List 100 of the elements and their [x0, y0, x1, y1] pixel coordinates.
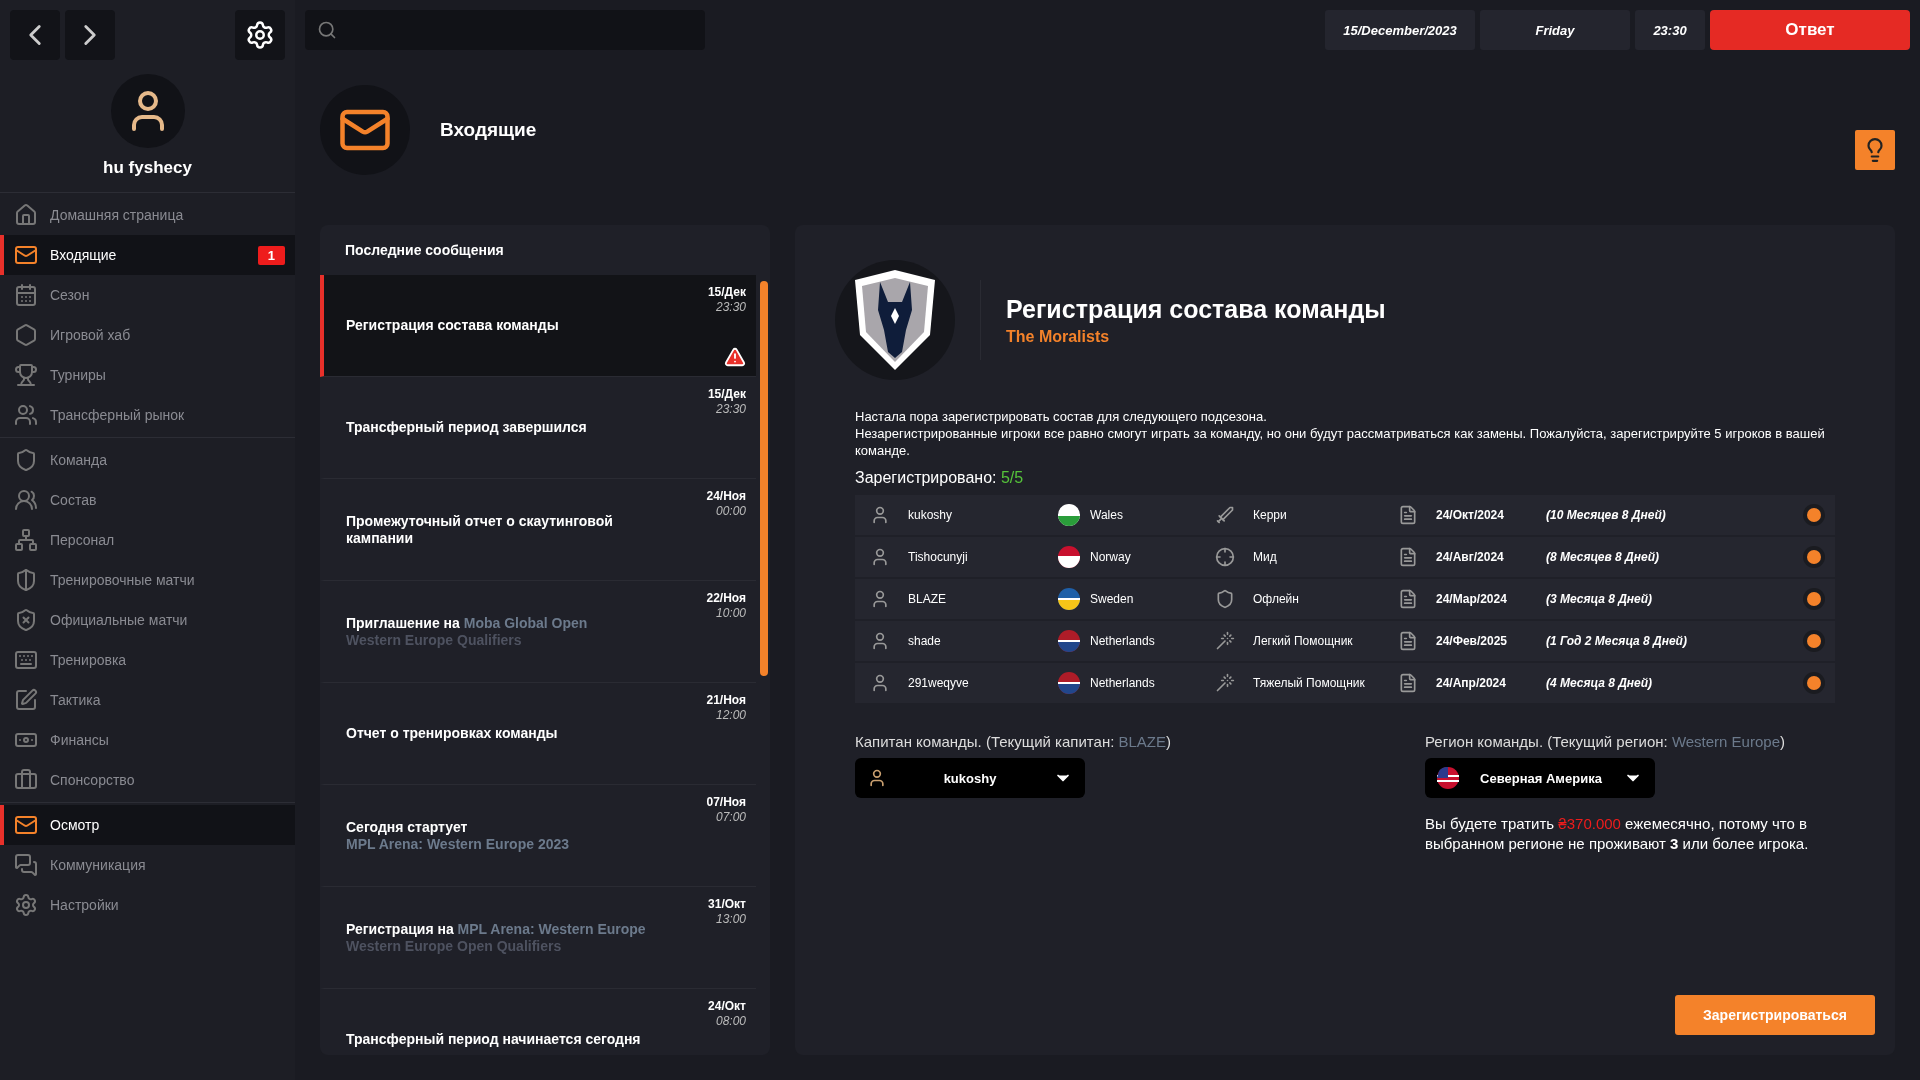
player-name: Tishocunyji — [908, 550, 969, 564]
day-display: Friday — [1480, 10, 1630, 50]
captain-dropdown[interactable]: kukoshy — [855, 758, 1085, 798]
sidebar-item[interactable]: Тренировочные матчи — [0, 560, 295, 600]
people-icon — [14, 488, 38, 512]
sidebar-item[interactable]: Настройки — [0, 885, 295, 925]
briefcase-icon — [14, 768, 38, 792]
sidebar-label: Турниры — [50, 367, 106, 383]
sidebar-label: Финансы — [50, 732, 109, 748]
player-name: 291weqyve — [908, 676, 970, 690]
sidebar-item[interactable]: Тренировка — [0, 640, 295, 680]
sidebar-item[interactable]: Состав — [0, 480, 295, 520]
message-item[interactable]: Отчет о тренировках команды 21/Ноя 12:00 — [320, 683, 756, 785]
message-title: Трансферный период начинается сегодня — [346, 1031, 641, 1048]
document-icon — [1398, 589, 1418, 609]
message-item[interactable]: Сегодня стартует MPL Arena: Western Europe 2023 07/Ноя 07:00 — [320, 785, 756, 887]
message-date: 15/Дек — [707, 387, 746, 402]
message-date: 21/Ноя — [706, 693, 746, 708]
player-country: Sweden — [1090, 592, 1135, 606]
sidebar-item[interactable]: Домашняя страница — [0, 195, 295, 235]
player-row[interactable]: 291weqyve Netherlands Тяжелый Помощник 24/Апр/2024 (4 Месяца 8 Дней) — [855, 663, 1835, 703]
status-dot — [1807, 634, 1821, 648]
message-time: 23:30 — [714, 300, 746, 315]
status-dot — [1807, 676, 1821, 690]
chat-icon — [14, 853, 38, 877]
page-title: Входящие — [440, 119, 537, 141]
message-date: 15/Дек — [707, 285, 746, 300]
player-country: Netherlands — [1090, 676, 1156, 690]
player-row[interactable]: BLAZE Sweden Офлейн 24/Мар/2024 (3 Месяца 8 Дней) — [855, 579, 1835, 619]
sidebar-label: Спонсорство — [50, 772, 135, 788]
player-avatar-icon — [867, 768, 887, 788]
sidebar-item[interactable]: Турниры — [0, 355, 295, 395]
contract-duration: (8 Месяцев 8 Дней) — [1546, 550, 1661, 564]
sidebar-item[interactable]: Официальные матчи — [0, 600, 295, 640]
message-item[interactable]: Трансферный период завершился 15/Дек 23:30 — [320, 377, 756, 479]
message-item[interactable]: Приглашение на Moba Global Open Western Europe Qualifiers 22/Ноя 10:00 — [320, 581, 756, 683]
register-button[interactable]: Зарегистрироваться — [1675, 995, 1875, 1035]
message-title: Промежуточный отчет о скаутинговой кампании — [346, 512, 614, 547]
search-icon — [317, 20, 337, 40]
wand-icon — [1215, 631, 1235, 651]
house-icon — [14, 203, 38, 227]
sidebar-label: Персонал — [50, 532, 115, 548]
sidebar-label: Тренировочные матчи — [50, 572, 195, 588]
sidebar-item[interactable]: Финансы — [0, 720, 295, 760]
sidebar-item[interactable]: Сезон — [0, 275, 295, 315]
message-item[interactable]: Регистрация на MPL Arena: Western Europe Western Europe Open Qualifiers 31/Окт 13:00 — [320, 887, 756, 989]
forward-button[interactable] — [65, 10, 115, 60]
contract-date: 24/Авг/2024 — [1436, 550, 1505, 564]
message-time: 13:00 — [714, 912, 746, 927]
player-country: Netherlands — [1090, 634, 1156, 648]
envelope-icon — [14, 243, 38, 267]
message-title: Приглашение на Moba Global Open Western Europe Qualifiers — [346, 614, 588, 649]
region-dropdown[interactable]: Северная Америка — [1425, 758, 1655, 798]
sidebar-item[interactable]: Спонсорство — [0, 760, 295, 800]
sidebar-label: Сезон — [50, 287, 90, 303]
message-item[interactable]: Регистрация состава команды 15/Дек 23:30 — [320, 275, 756, 377]
sidebar-label: Команда — [50, 452, 108, 468]
player-country: Norway — [1090, 550, 1132, 564]
player-avatar-icon — [870, 631, 890, 651]
sidebar-label: Тактика — [50, 692, 101, 708]
settings-button[interactable] — [235, 10, 285, 60]
sidebar-item[interactable]: Персонал — [0, 520, 295, 560]
player-role: Офлейн — [1253, 592, 1300, 606]
lightbulb-button[interactable] — [1855, 130, 1895, 170]
contract-duration: (3 Месяца 8 Дней) — [1546, 592, 1654, 606]
scrollbar-thumb[interactable] — [760, 281, 768, 676]
message-title: Отчет о тренировках команды — [346, 725, 558, 742]
sidebar-label: Официальные матчи — [50, 612, 188, 628]
message-time: 08:00 — [714, 1014, 746, 1029]
sidebar-item[interactable]: Команда — [0, 440, 295, 480]
sidebar-item[interactable]: Игровой хаб — [0, 315, 295, 355]
team-name: The Moralists — [1006, 327, 1111, 346]
message-date: 24/Ноя — [706, 489, 746, 504]
message-item[interactable]: Промежуточный отчет о скаутинговой кампании 24/Ноя 00:00 — [320, 479, 756, 581]
message-title: Трансферный период завершился — [346, 419, 587, 436]
sidebar-item[interactable]: Коммуникация — [0, 845, 295, 885]
message-item[interactable]: Трансферный период начинается сегодня 24/Окт 08:00 — [320, 989, 756, 1055]
pen-icon — [14, 688, 38, 712]
player-row[interactable]: kukoshy Wales Керри 24/Окт/2024 (10 Месяцев 8 Дней) — [855, 495, 1835, 535]
status-dot — [1807, 550, 1821, 564]
contract-date: 24/Фев/2025 — [1436, 634, 1508, 648]
captain-label: Капитан команды. (Текущий капитан: BLAZE) — [855, 733, 1173, 750]
search-field[interactable] — [305, 10, 705, 50]
back-button[interactable] — [10, 10, 60, 60]
sidebar-item[interactable]: Тактика — [0, 680, 295, 720]
settings-icon — [245, 20, 275, 50]
cost-note: Вы будете тратить ₴370.000 ежемесячно, потому что в выбранном регионе не проживают 3 или более игрока. — [1425, 814, 1810, 854]
document-icon — [1398, 505, 1418, 525]
reply-button[interactable]: Ответ — [1710, 10, 1910, 50]
panel-title: Последние сообщения — [344, 241, 505, 260]
registered-count: Зарегистрировано: 5/5 — [855, 469, 1025, 487]
count-badge: 1 — [257, 245, 285, 265]
shield-icon — [14, 448, 38, 472]
sidebar-item[interactable]: Входящие 1 — [0, 235, 295, 275]
message-title: Регистрация на MPL Arena: Western Europe Western Europe Open Qualifiers — [346, 920, 646, 955]
player-row[interactable]: shade Netherlands Легкий Помощник 24/Фев/2025 (1 Год 2 Месяца 8 Дней) — [855, 621, 1835, 661]
player-row[interactable]: Tishocunyji Norway Мид 24/Авг/2024 (8 Месяцев 8 Дней) — [855, 537, 1835, 577]
player-avatar-icon — [870, 589, 890, 609]
sidebar-item[interactable]: Осмотр — [0, 805, 295, 845]
sidebar-item[interactable]: Трансферный рынок — [0, 395, 295, 435]
